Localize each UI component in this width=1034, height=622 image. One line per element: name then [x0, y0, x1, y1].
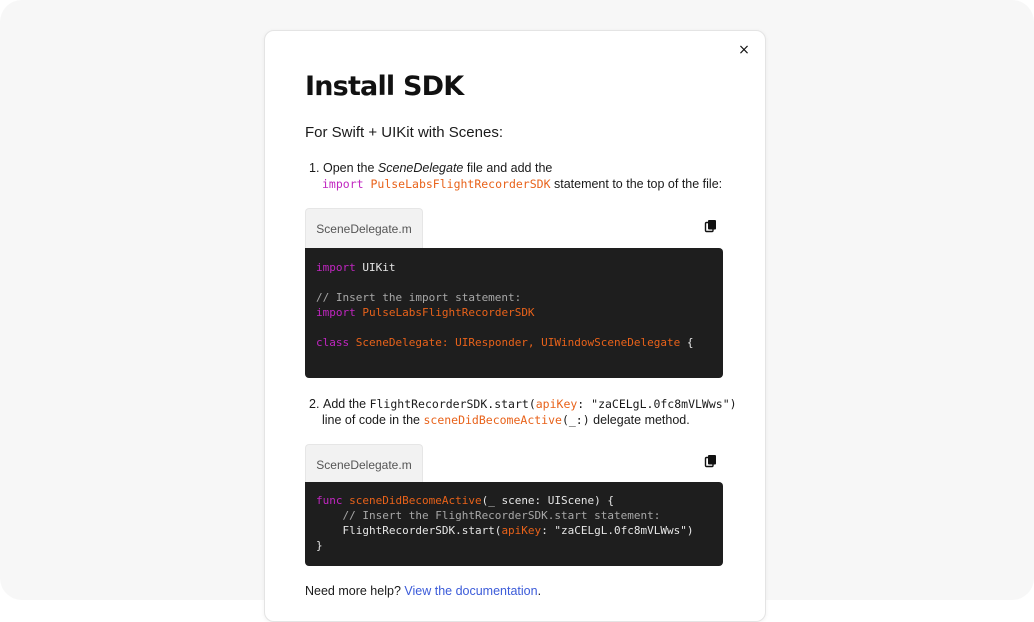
code-block-start[interactable]: func sceneDidBecomeActive(_ scene: UISce…: [305, 482, 723, 566]
help-suffix: .: [537, 584, 542, 598]
code-comment: // Insert the import statement:: [316, 291, 522, 304]
modal-title: Install SDK: [305, 71, 464, 102]
code-identifier: apiKey: [501, 524, 542, 537]
inline-code: (_:): [561, 413, 590, 427]
code-text: : "zaCELgL.0fc8mVLWws"): [541, 524, 694, 537]
close-icon[interactable]: ×: [735, 41, 753, 59]
step-text: delegate method.: [589, 413, 690, 427]
help-text: Need more help? View the documentation.: [305, 584, 541, 598]
step-text: file and add the: [463, 161, 553, 175]
inline-code: FlightRecorderSDK.start(: [369, 397, 536, 411]
step-number: 1.: [309, 161, 320, 175]
code-text: {: [680, 336, 694, 349]
step-text: line of code in the: [322, 413, 424, 427]
code-text: }: [316, 539, 323, 552]
step-number: 2.: [309, 397, 320, 411]
code-identifier: sceneDidBecomeActive: [342, 494, 482, 507]
inline-code-method: sceneDidBecomeActive: [423, 413, 562, 427]
step-text: Open the: [323, 161, 378, 175]
documentation-link[interactable]: View the documentation: [404, 584, 537, 598]
step-1-instructions: 1. Open the SceneDelegate file and add th…: [309, 160, 722, 192]
code-text: FlightRecorderSDK.start(: [316, 524, 502, 537]
inline-code-param: apiKey: [535, 397, 578, 411]
install-sdk-modal: × Install SDK For Swift + UIKit with Sce…: [264, 30, 766, 622]
code-block-import[interactable]: import UIKit // Insert the import statem…: [305, 248, 723, 378]
modal-subtitle: For Swift + UIKit with Scenes:: [305, 124, 503, 141]
code-identifier: PulseLabsFlightRecorderSDK: [355, 306, 535, 319]
file-name: SceneDelegate: [377, 161, 464, 175]
step-2-instructions: 2. Add the FlightRecorderSDK.start(apiKey…: [309, 396, 737, 428]
copy-icon[interactable]: [704, 454, 718, 468]
step-text: Add the: [323, 397, 370, 411]
code-text: UIKit: [355, 261, 396, 274]
code-keyword: import: [316, 306, 356, 319]
copy-icon[interactable]: [704, 219, 718, 233]
code-tab-scenedelegate[interactable]: SceneDelegate.m: [305, 444, 423, 485]
inline-code-module: PulseLabsFlightRecorderSDK: [370, 177, 551, 191]
code-keyword: import: [316, 261, 356, 274]
inline-code-keyword: import: [322, 177, 364, 191]
step-text: statement to the top of the file:: [550, 177, 723, 191]
code-text: (_ scene: UIScene) {: [481, 494, 615, 507]
help-prefix: Need more help?: [305, 584, 405, 598]
code-keyword: class: [316, 336, 350, 349]
code-tab-scenedelegate[interactable]: SceneDelegate.m: [305, 208, 423, 249]
code-comment: // Insert the FlightRecorderSDK.start st…: [316, 509, 661, 522]
code-identifier: SceneDelegate: UIResponder, UIWindowScen…: [349, 336, 681, 349]
code-keyword: func: [316, 494, 343, 507]
inline-code: : "zaCELgL.0fc8mVLWws"): [577, 397, 737, 411]
